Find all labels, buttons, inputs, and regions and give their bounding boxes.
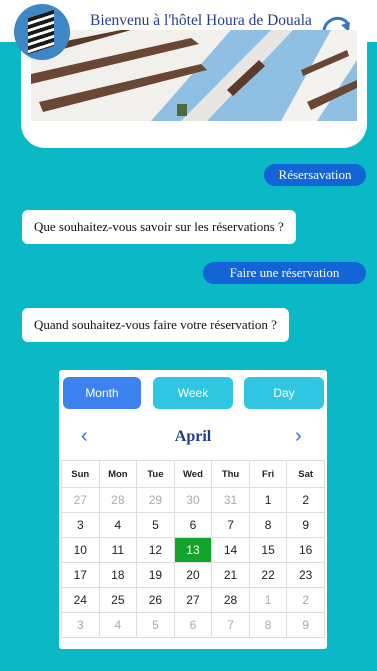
chevron-right-icon[interactable]: › (295, 426, 302, 446)
calendar-day[interactable]: 1 (248, 587, 288, 613)
calendar-day[interactable]: 11 (98, 537, 138, 563)
calendar-day[interactable]: 6 (173, 512, 213, 538)
calendar-day[interactable]: 4 (98, 612, 138, 638)
calendar-day[interactable]: 8 (248, 512, 288, 538)
calendar-week: 10 11 12 13 14 15 16 (61, 537, 325, 563)
weekday-sun: Sun (61, 460, 100, 488)
calendar-day[interactable]: 9 (286, 612, 325, 638)
calendar-day[interactable]: 30 (173, 487, 213, 513)
selected-day[interactable]: 13 (173, 537, 213, 563)
calendar-week: 3 4 5 6 7 8 9 (61, 612, 325, 638)
calendar-day[interactable]: 5 (136, 612, 175, 638)
calendar-day[interactable]: 3 (61, 612, 100, 638)
calendar-day[interactable]: 23 (286, 562, 325, 588)
make-reservation-chip[interactable]: Faire une réservation (203, 262, 366, 284)
weekday-mon: Mon (98, 460, 138, 488)
calendar-day[interactable]: 15 (248, 537, 288, 563)
calendar-day[interactable]: 31 (211, 487, 250, 513)
calendar-month: April (174, 428, 212, 445)
calendar-day[interactable]: 21 (211, 562, 250, 588)
bot-message-reservations: Que souhaitez-vous savoir sur les réserv… (22, 210, 296, 244)
hotel-building-image (31, 30, 357, 121)
tab-month[interactable]: Month (63, 377, 141, 409)
hotel-logo (14, 4, 70, 60)
calendar-day[interactable]: 2 (286, 487, 325, 513)
weekday-sat: Sat (286, 460, 325, 488)
weekday-fri: Fri (248, 460, 288, 488)
tab-week[interactable]: Week (153, 377, 233, 409)
tab-day[interactable]: Day (244, 377, 324, 409)
calendar-day[interactable]: 27 (173, 587, 213, 613)
calendar-grid: Sun Mon Tue Wed Thu Fri Sat 27 28 29 30 … (61, 460, 325, 638)
calendar-day[interactable]: 3 (61, 512, 100, 538)
calendar-day[interactable]: 9 (286, 512, 325, 538)
calendar-day[interactable]: 2 (286, 587, 325, 613)
calendar-day[interactable]: 20 (173, 562, 213, 588)
calendar-day[interactable]: 5 (136, 512, 175, 538)
calendar-day[interactable]: 24 (61, 587, 100, 613)
weekday-thu: Thu (211, 460, 250, 488)
calendar-widget: Month Week Day ‹ April › Sun Mon Tue Wed… (59, 370, 327, 649)
bot-message-when: Quand souhaitez-vous faire votre réserva… (22, 308, 289, 342)
calendar-day[interactable]: 19 (136, 562, 175, 588)
calendar-day[interactable]: 4 (98, 512, 138, 538)
calendar-week: 27 28 29 30 31 1 2 (61, 487, 325, 513)
calendar-day[interactable]: 14 (211, 537, 250, 563)
calendar-day[interactable]: 1 (248, 487, 288, 513)
calendar-day[interactable]: 17 (61, 562, 100, 588)
calendar-day[interactable]: 10 (61, 537, 100, 563)
calendar-day[interactable]: 29 (136, 487, 175, 513)
hero-card (21, 30, 367, 148)
calendar-day[interactable]: 28 (98, 487, 138, 513)
calendar-day[interactable]: 7 (211, 512, 250, 538)
calendar-day[interactable]: 26 (136, 587, 175, 613)
calendar-day[interactable]: 12 (136, 537, 175, 563)
weekday-tue: Tue (136, 460, 175, 488)
calendar-day[interactable]: 27 (61, 487, 100, 513)
calendar-day[interactable]: 16 (286, 537, 325, 563)
calendar-day[interactable]: 8 (248, 612, 288, 638)
calendar-week: 24 25 26 27 28 1 2 (61, 587, 325, 613)
calendar-day[interactable]: 22 (248, 562, 288, 588)
calendar-week: 17 18 19 20 21 22 23 (61, 562, 325, 588)
calendar-day[interactable]: 7 (211, 612, 250, 638)
calendar-day[interactable]: 6 (173, 612, 213, 638)
calendar-day[interactable]: 25 (98, 587, 138, 613)
calendar-week: 3 4 5 6 7 8 9 (61, 512, 325, 538)
page-title: Bienvenu à l'hôtel Houra de Douala (90, 12, 312, 29)
calendar-day[interactable]: 28 (211, 587, 250, 613)
reservation-chip[interactable]: Résersavation (264, 164, 366, 186)
weekday-wed: Wed (173, 460, 213, 488)
calendar-day[interactable]: 18 (98, 562, 138, 588)
